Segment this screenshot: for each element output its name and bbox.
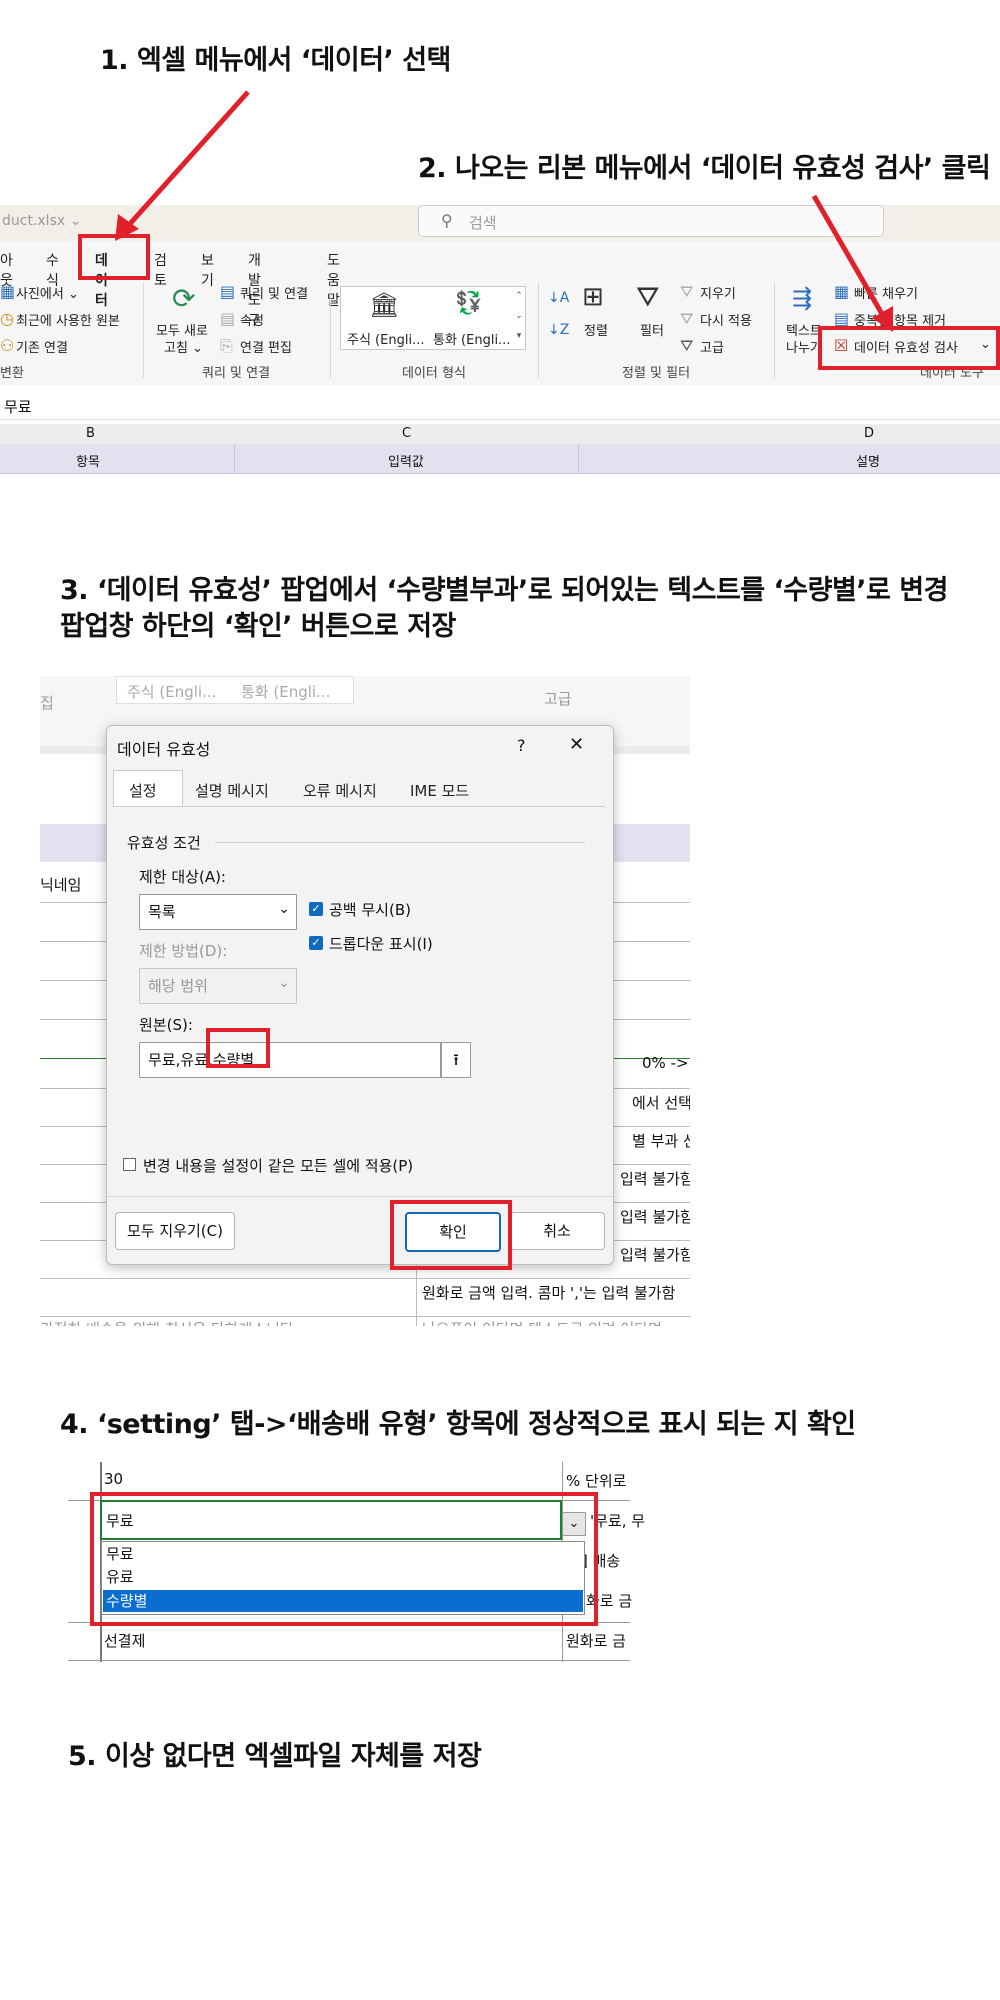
step-3-heading-line1: 3. ‘데이터 유효성’ 팝업에서 ‘수량별부과’로 되어있는 텍스트를 ‘수량… — [60, 575, 948, 606]
tab-ime-mode[interactable]: IME 모드 — [410, 780, 469, 801]
highlight-ok-button — [390, 1200, 512, 1270]
step-4-heading: 4. ‘setting’ 탭->‘배송배 유형’ 항목에 정상적으로 표시 되는… — [60, 1409, 856, 1440]
header-cell-description[interactable]: 설명 — [856, 451, 880, 470]
background-cell: 가전한 배송을 위해 최서은 다하게스니다 — [40, 1318, 294, 1326]
background-cell: 입력 불가함 — [620, 1246, 690, 1264]
apply-all-label: 변경 내용을 설정이 같은 모든 셀에 적용(P) — [143, 1157, 414, 1175]
highlight-source-edit — [206, 1028, 270, 1068]
dialog-title: 데이터 유효성 — [117, 740, 211, 759]
background-cell: 나오픈이 이다며 텐스트로 입려 어다며 — [422, 1318, 662, 1326]
highlight-dropdown — [90, 1492, 598, 1626]
cancel-button[interactable]: 취소 — [509, 1212, 605, 1250]
cell-value: 30 — [104, 1470, 124, 1488]
source-input[interactable]: 무료,유료,수량별 — [139, 1042, 441, 1078]
grid-line — [40, 1316, 690, 1317]
clear-all-button[interactable]: 모두 지우기(C) — [115, 1212, 235, 1250]
step-5-heading: 5. 이상 없다면 엑셀파일 자체를 저장 — [68, 1741, 482, 1772]
collapse-dialog-icon[interactable]: ⭱ — [441, 1042, 471, 1078]
footer-divider — [107, 1196, 613, 1197]
arrow-to-data-tab — [126, 90, 250, 228]
tab-error-alert[interactable]: 오류 메시지 — [303, 780, 377, 801]
grid-line — [40, 1278, 690, 1279]
header-row: 항목 입력값 설명 — [0, 444, 1000, 474]
arrow-to-data-validation — [811, 194, 885, 316]
in-cell-dropdown-label: 드롭다운 표시(I) — [329, 935, 433, 953]
background-cell: 별 부과 선택 — [632, 1132, 690, 1150]
tab-input-message[interactable]: 설명 메시지 — [195, 780, 269, 801]
cell-value: % 단위로 — [566, 1472, 627, 1490]
background-stocks: 주식 (Engli... — [127, 683, 217, 701]
background-cell: 원화로 금액 입력. 콤마 ','는 입력 불가함 — [422, 1284, 676, 1302]
allow-select[interactable]: 목록 ⌄ — [139, 894, 297, 930]
step-3-heading-line2: 팝업창 하단의 ‘확인’ 버튼으로 저장 — [60, 611, 456, 642]
in-cell-dropdown-checkbox[interactable]: ✓ — [309, 936, 323, 950]
chevron-down-icon: ⌄ — [278, 901, 290, 917]
column-header-d[interactable]: D — [864, 426, 874, 441]
background-cell: 에서 선택하 — [632, 1094, 690, 1112]
cell-value: '무료, 무 — [590, 1512, 646, 1530]
data-label: 제한 방법(D): — [139, 942, 228, 960]
background-advanced: 고급 — [544, 690, 572, 708]
chevron-down-icon: ⌄ — [278, 975, 290, 991]
column-header-c[interactable]: C — [402, 426, 411, 441]
cell-divider — [234, 444, 235, 474]
header-cell-item[interactable]: 항목 — [76, 451, 100, 470]
section-divider — [215, 842, 585, 843]
column-headers: B C D — [0, 424, 1000, 444]
apply-all-checkbox[interactable] — [123, 1158, 136, 1171]
data-validation-dialog: 데이터 유효성 ? ✕ 설정 설명 메시지 오류 메시지 IME 모드 유효성 … — [106, 725, 614, 1265]
data-value: 해당 범위 — [148, 977, 208, 995]
tab-divider — [113, 806, 605, 807]
close-icon[interactable]: ✕ — [569, 734, 584, 755]
arrow-annotations — [115, 90, 893, 332]
background-cell: 입력 불가함 — [620, 1170, 690, 1188]
criteria-label: 유효성 조건 — [127, 834, 201, 852]
background-currency: 통화 (Engli... — [241, 683, 331, 701]
background-gallery: 주식 (Engli... 통화 (Engli... — [116, 676, 354, 704]
source-label: 원본(S): — [139, 1016, 193, 1034]
column-header-b[interactable]: B — [86, 426, 95, 441]
background-text: 집 — [40, 694, 54, 712]
data-select[interactable]: 해당 범위 ⌄ — [139, 968, 297, 1004]
cell-divider — [578, 444, 579, 474]
header-cell-value[interactable]: 입력값 — [388, 451, 424, 470]
cell-value: 선결제 — [104, 1632, 146, 1650]
tab-settings[interactable]: 설정 — [129, 780, 157, 801]
ignore-blank-label: 공백 무시(B) — [329, 901, 411, 919]
allow-label: 제한 대상(A): — [139, 868, 226, 886]
cell-value: 원화로 금 — [566, 1632, 626, 1650]
background-left-cell: 닉네임 — [40, 876, 82, 894]
help-button[interactable]: ? — [517, 736, 526, 755]
grid-line — [68, 1660, 630, 1661]
background-cell: 0% -> 30 — [642, 1054, 690, 1072]
source-value: 무료,유료, — [148, 1051, 213, 1069]
background-cell: 입력 불가함 — [620, 1208, 690, 1226]
ignore-blank-checkbox[interactable]: ✓ — [309, 902, 323, 916]
allow-value: 목록 — [148, 903, 176, 921]
